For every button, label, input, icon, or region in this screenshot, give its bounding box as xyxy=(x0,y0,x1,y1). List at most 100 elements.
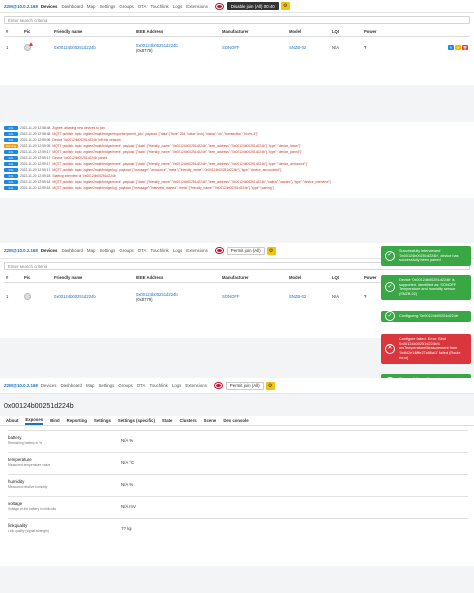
nav-devices[interactable]: Devices xyxy=(41,248,58,253)
log-timestamp: 2022-11-20 12:59:18 xyxy=(20,180,51,184)
nav-extensions[interactable]: Extensions xyxy=(186,4,207,9)
model-link[interactable]: SNZB-02 xyxy=(287,37,330,59)
uk-flag-icon[interactable] xyxy=(214,247,224,254)
nav-devices[interactable]: Devices xyxy=(41,383,57,388)
col-lqi[interactable]: LQI xyxy=(330,273,362,283)
toast-notification[interactable]: ✓ Device '0x00124b00251d224b' is supporte… xyxy=(381,275,471,300)
nav-ota[interactable]: OTA xyxy=(137,383,146,388)
col-power[interactable]: Power xyxy=(362,27,402,37)
gear-icon[interactable]: ⚙ xyxy=(265,381,275,390)
log-message: MQTT publish: topic 'zigbee2mqtt/bridge/… xyxy=(52,162,308,166)
col-ieee[interactable]: IEEE Address xyxy=(134,27,220,37)
log-timestamp: 2022-11-20 12:59:05 xyxy=(20,138,51,142)
disable-join-button[interactable]: Disable join (All) 00:40 xyxy=(226,2,279,10)
tab-scene[interactable]: Scene xyxy=(204,418,217,423)
warning-icon xyxy=(29,42,33,47)
expose-name: voltage xyxy=(8,501,23,506)
expose-description: Remaining battery in % xyxy=(8,441,43,445)
nav-extensions[interactable]: Extensions xyxy=(186,248,207,253)
nav-ota[interactable]: OTA xyxy=(138,248,147,253)
remove-button[interactable]: 🗑 xyxy=(462,45,468,51)
exposes-list: battery Remaining battery in % N/A % temper… xyxy=(0,426,474,566)
log-level-badge: Warning xyxy=(4,144,18,148)
gear-icon[interactable]: ⚙ xyxy=(266,246,276,255)
expose-name: humidity xyxy=(8,479,25,484)
brand-link[interactable]: Z2M@10.0.2.168 xyxy=(4,383,38,388)
nav-touchlink[interactable]: Touchlink xyxy=(150,4,168,9)
nav-extensions[interactable]: Extensions xyxy=(185,383,206,388)
rename-button[interactable]: ✎ xyxy=(448,45,454,51)
col-ieee[interactable]: IEEE Address xyxy=(134,273,220,283)
logs-panel: Info 2022-11-20 12:58:48 Zigbee: allowing … xyxy=(0,122,474,198)
toast-notification[interactable]: ✓ Successfully interviewed '0x00124b00251… xyxy=(381,246,471,267)
nav-ota[interactable]: OTA xyxy=(138,4,147,9)
nav-groups[interactable]: Groups xyxy=(119,248,133,253)
nav-touchlink[interactable]: Touchlink xyxy=(150,248,168,253)
col-friendly-name[interactable]: Friendly name xyxy=(52,27,134,37)
uk-flag-icon[interactable] xyxy=(214,2,224,10)
col-model[interactable]: Model xyxy=(287,27,330,37)
nav-dashboard[interactable]: Dashboard xyxy=(61,4,82,9)
friendly-name-link[interactable]: 0x00124b00251d224b xyxy=(52,283,134,311)
reconfigure-button[interactable]: ⟳ xyxy=(455,45,461,51)
col-friendly-name[interactable]: Friendly name xyxy=(52,273,134,283)
tab-state[interactable]: State xyxy=(162,418,173,423)
col-manufacturer[interactable]: Manufacturer xyxy=(220,273,287,283)
nav-logs[interactable]: Logs xyxy=(173,4,183,9)
nav-logs[interactable]: Logs xyxy=(172,383,182,388)
log-timestamp: 2022-11-20 12:59:17 xyxy=(20,156,51,160)
tab-settings-specific[interactable]: Settings (specific) xyxy=(118,418,155,423)
tab-clusters[interactable]: Clusters xyxy=(179,418,196,423)
col-manufacturer[interactable]: Manufacturer xyxy=(220,27,287,37)
nav-logs[interactable]: Logs xyxy=(173,248,183,253)
col-pic: Pic xyxy=(22,273,52,283)
nav-dashboard[interactable]: Dashboard xyxy=(60,383,81,388)
nav-settings[interactable]: Settings xyxy=(99,248,115,253)
manufacturer-link[interactable]: SONOFF xyxy=(220,37,287,59)
tab-settings[interactable]: Settings xyxy=(94,418,111,423)
check-icon: ✓ xyxy=(385,282,395,293)
expose-description: Measured relative humidity xyxy=(8,485,48,489)
device-avatar xyxy=(24,42,33,52)
nav-map[interactable]: Map xyxy=(86,383,95,388)
tab-reporting[interactable]: Reporting xyxy=(67,418,87,423)
device-avatar xyxy=(24,293,31,301)
tab-about[interactable]: About xyxy=(6,418,18,423)
nav-settings[interactable]: Settings xyxy=(98,383,114,388)
nwk-address: (0x8779) xyxy=(136,47,153,53)
col-index[interactable]: # xyxy=(4,27,22,37)
lqi-value: N/A xyxy=(332,45,339,51)
lqi-value: N/A xyxy=(332,294,339,300)
brand-link[interactable]: Z2M@10.0.2.168 xyxy=(4,248,38,253)
col-model[interactable]: Model xyxy=(287,273,330,283)
toast-notification[interactable]: ✕ Configure failed. Error: Bind 0x00124b0… xyxy=(381,334,471,364)
model-link[interactable]: SNZB-02 xyxy=(287,283,330,311)
log-level-badge: Info xyxy=(4,156,18,160)
toast-text: Device '0x00124b00251d224b' is supported… xyxy=(399,278,457,297)
nav-devices[interactable]: Devices xyxy=(41,4,58,9)
gear-icon[interactable]: ⚙ xyxy=(280,2,290,10)
tab-bind[interactable]: Bind xyxy=(50,418,60,423)
tab-dev-console[interactable]: Dev console xyxy=(223,418,248,423)
brand-link[interactable]: Z2M@10.0.2.168 xyxy=(4,4,38,9)
log-timestamp: 2022-11-20 12:59:17 xyxy=(20,150,51,154)
devices-panel-1: Z2M@10.0.2.168 Devices Dashboard Map Set… xyxy=(0,0,474,85)
search-input[interactable]: Enter search criteria xyxy=(4,16,470,24)
manufacturer-link[interactable]: SONOFF xyxy=(220,283,287,311)
toast-notification[interactable]: ✓ Configuring '0x00124b00251d224b' xyxy=(381,311,471,322)
nav-map[interactable]: Map xyxy=(87,4,96,9)
col-index[interactable]: # xyxy=(4,273,22,283)
nav-dashboard[interactable]: Dashboard xyxy=(61,248,82,253)
nav-map[interactable]: Map xyxy=(87,248,96,253)
uk-flag-icon[interactable] xyxy=(213,382,223,389)
col-lqi[interactable]: LQI xyxy=(330,27,362,37)
nav-touchlink[interactable]: Touchlink xyxy=(149,383,167,388)
permit-join-select[interactable]: Permit join (All) xyxy=(226,246,265,255)
nav-groups[interactable]: Groups xyxy=(119,4,133,9)
nav-settings[interactable]: Settings xyxy=(99,4,115,9)
tab-exposes[interactable]: Exposes xyxy=(25,417,44,425)
permit-join-select[interactable]: Permit join (All) xyxy=(225,381,264,390)
friendly-name-link[interactable]: 0x00124b00251d224b xyxy=(52,37,134,59)
nav-groups[interactable]: Groups xyxy=(118,383,132,388)
expose-value: N/A % xyxy=(121,438,134,443)
